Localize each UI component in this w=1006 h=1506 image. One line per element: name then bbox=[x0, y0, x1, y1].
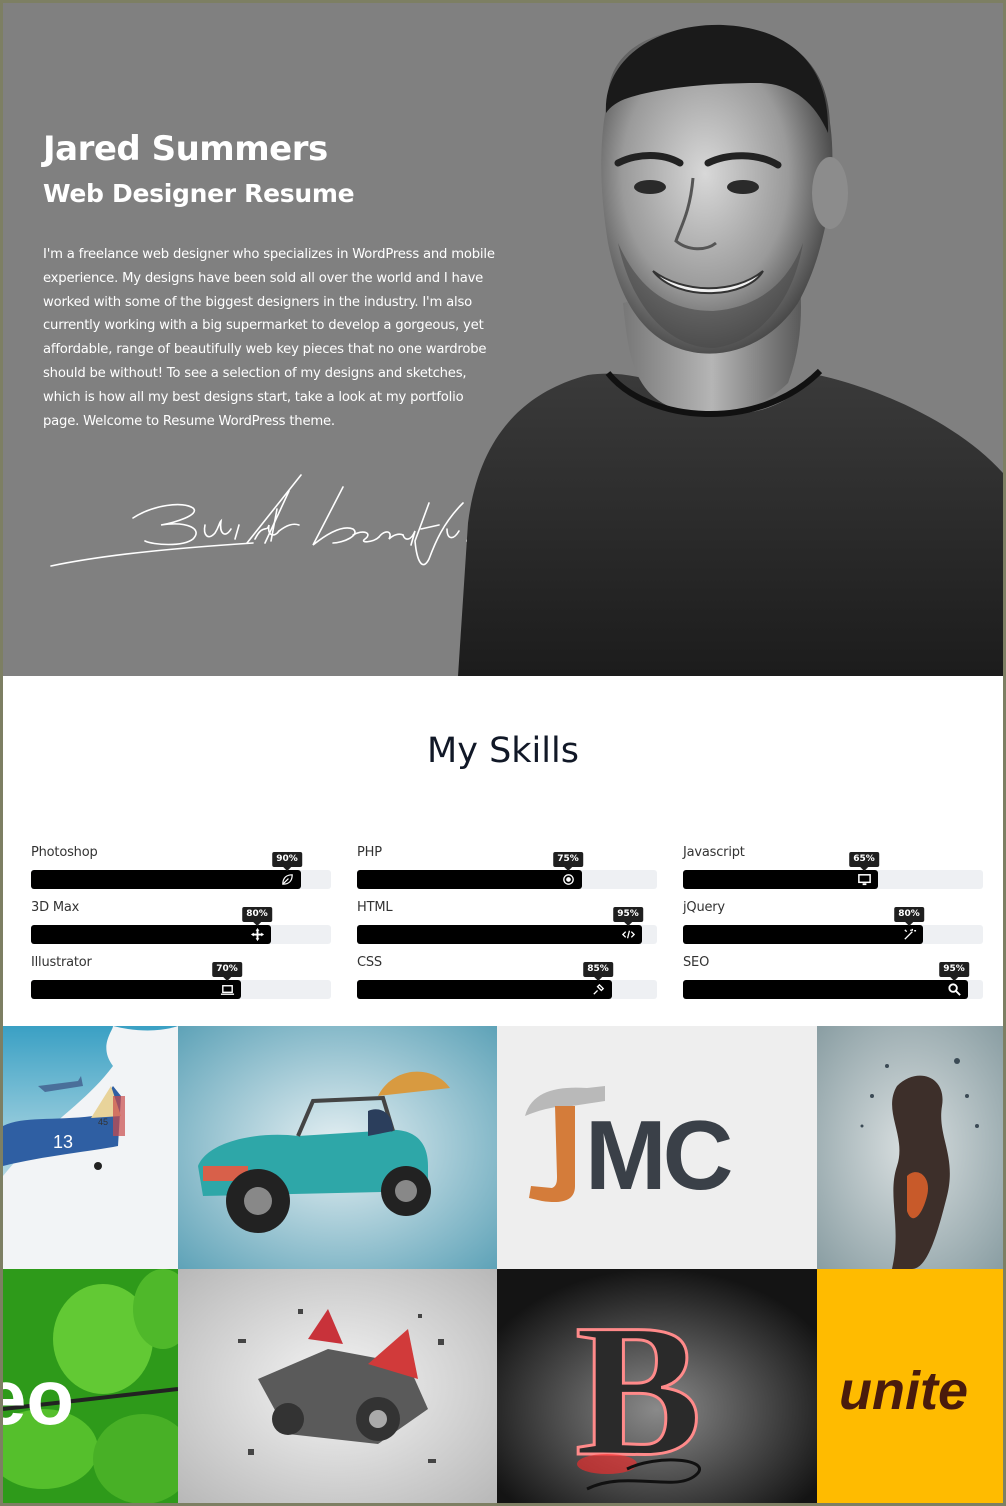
hero-role: Web Designer Resume bbox=[43, 179, 355, 208]
hero-name: Jared Summers bbox=[43, 129, 328, 169]
leaf-logo-text: eo bbox=[3, 1353, 74, 1441]
skill-php: PHP 75% bbox=[357, 845, 657, 895]
magic-wand-icon bbox=[902, 927, 917, 942]
splash-figure-image bbox=[817, 1026, 1003, 1269]
leaf-icon bbox=[280, 872, 295, 887]
skill-progress-fill bbox=[357, 870, 582, 889]
leaf-logo-image: eo bbox=[3, 1269, 178, 1503]
skill-percent-tooltip: 80% bbox=[894, 907, 924, 926]
portfolio-item-jmc-logo[interactable]: MC bbox=[497, 1026, 817, 1269]
skill-progress-fill bbox=[357, 980, 612, 999]
skill-3d-max: 3D Max 80% bbox=[31, 900, 331, 950]
skill-label: CSS bbox=[357, 955, 382, 970]
unite-logo-image: unite bbox=[817, 1269, 1003, 1503]
skill-progress-fill bbox=[31, 980, 241, 999]
skill-progress-fill bbox=[683, 870, 878, 889]
hero-section: Jared Summers Web Designer Resume I'm a … bbox=[3, 3, 1003, 676]
skill-progress-fill bbox=[683, 980, 968, 999]
skill-label: 3D Max bbox=[31, 900, 80, 915]
skills-title: My Skills bbox=[427, 731, 579, 771]
skill-label: HTML bbox=[357, 900, 393, 915]
skill-label: Javascript bbox=[683, 845, 745, 860]
portfolio-item-leaf-logo[interactable]: eo bbox=[3, 1269, 178, 1503]
hero-bio: I'm a freelance web designer who special… bbox=[43, 247, 495, 429]
portrait-photo: Portrait photo of Jared Summers bbox=[458, 24, 1003, 676]
skill-css: CSS 85% bbox=[357, 955, 657, 1005]
skill-progress-fill bbox=[683, 925, 923, 944]
skill-progress-fill bbox=[31, 870, 301, 889]
skill-progress-track: 95% bbox=[357, 907, 657, 944]
skill-html: HTML 95% bbox=[357, 900, 657, 950]
skill-percent-tooltip: 90% bbox=[272, 852, 302, 871]
skill-progress-track: 95% bbox=[683, 962, 983, 999]
portfolio-item-unite-logo[interactable]: unite bbox=[817, 1269, 1003, 1503]
skill-progress-track: 80% bbox=[31, 907, 331, 944]
signature-image: Build it beautiful bbox=[50, 474, 487, 567]
exploding-car-image bbox=[178, 1269, 497, 1503]
skill-progress-track: 75% bbox=[357, 852, 657, 889]
skill-progress-track: 65% bbox=[683, 852, 983, 889]
skill-percent-tooltip: 75% bbox=[553, 852, 583, 871]
buggy-car-image bbox=[178, 1026, 497, 1269]
portfolio-item-neon-b[interactable]: B bbox=[497, 1269, 817, 1503]
skill-label: PHP bbox=[357, 845, 382, 860]
skill-percent-tooltip: 80% bbox=[242, 907, 272, 926]
move-icon bbox=[250, 927, 265, 942]
skill-progress-track: 90% bbox=[31, 852, 331, 889]
portfolio-item-splash-figure[interactable] bbox=[817, 1026, 1003, 1269]
skill-label: Illustrator bbox=[31, 955, 92, 970]
skill-label: SEO bbox=[683, 955, 710, 970]
gear-icon bbox=[561, 872, 576, 887]
skill-label: jQuery bbox=[683, 900, 725, 915]
skill-progress-track: 85% bbox=[357, 962, 657, 999]
skill-percent-tooltip: 95% bbox=[939, 962, 969, 981]
plane-number: 13 bbox=[53, 1132, 73, 1152]
skill-percent-tooltip: 65% bbox=[849, 852, 879, 871]
portfolio-item-buggy-car[interactable] bbox=[178, 1026, 497, 1269]
airplanes-image: 13 45 bbox=[3, 1026, 178, 1269]
code-icon bbox=[621, 927, 636, 942]
skill-jquery: jQuery 80% bbox=[683, 900, 983, 950]
skill-progress-track: 80% bbox=[683, 907, 983, 944]
skill-javascript: Javascript 65% bbox=[683, 845, 983, 895]
unite-logo-text: unite bbox=[839, 1361, 968, 1421]
skill-progress-track: 70% bbox=[31, 962, 331, 999]
skill-percent-tooltip: 70% bbox=[212, 962, 242, 981]
tail-number: 45 bbox=[98, 1117, 108, 1127]
skill-progress-fill bbox=[357, 925, 642, 944]
jmc-text: MC bbox=[585, 1100, 732, 1210]
portfolio-grid: 13 45 MC eo B unite bbox=[3, 1026, 1003, 1503]
portfolio-item-exploding-car[interactable] bbox=[178, 1269, 497, 1503]
skill-progress-fill bbox=[31, 925, 271, 944]
monitor-icon bbox=[857, 872, 872, 887]
skill-illustrator: Illustrator 70% bbox=[31, 955, 331, 1005]
neon-b-image: B bbox=[497, 1269, 817, 1503]
portfolio-item-airplanes[interactable]: 13 45 bbox=[3, 1026, 178, 1269]
skill-label: Photoshop bbox=[31, 845, 98, 860]
skill-photoshop: Photoshop 90% bbox=[31, 845, 331, 895]
resume-page: Jared Summers Web Designer Resume I'm a … bbox=[3, 3, 1003, 1503]
jmc-logo-image: MC bbox=[497, 1026, 817, 1269]
pen-icon bbox=[591, 982, 606, 997]
skill-seo: SEO 95% bbox=[683, 955, 983, 1005]
skill-percent-tooltip: 95% bbox=[613, 907, 643, 926]
skill-percent-tooltip: 85% bbox=[583, 962, 613, 981]
laptop-icon bbox=[220, 982, 235, 997]
search-icon bbox=[947, 982, 962, 997]
